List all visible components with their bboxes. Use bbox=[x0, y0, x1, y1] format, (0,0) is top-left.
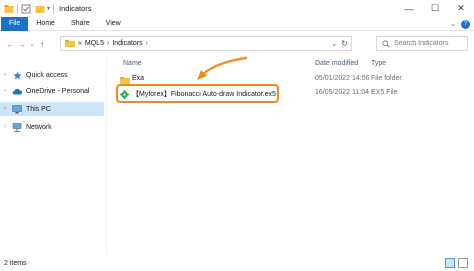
back-button[interactable]: ← bbox=[4, 37, 16, 51]
breadcrumb-overflow[interactable]: « bbox=[78, 40, 82, 47]
sidebar-item-label: OneDrive - Personal bbox=[26, 87, 90, 95]
sidebar-item-this-pc[interactable]: › This PC bbox=[0, 102, 104, 116]
expand-ribbon-icon[interactable]: ⌄ bbox=[450, 20, 456, 28]
properties-icon[interactable] bbox=[21, 4, 31, 14]
chevron-right-icon[interactable]: › bbox=[4, 106, 12, 112]
recent-locations-button[interactable]: ⌄ bbox=[28, 37, 36, 51]
tab-view[interactable]: View bbox=[98, 17, 129, 31]
file-date: 16/05/2022 11:04 bbox=[315, 89, 369, 96]
file-date: 05/01/2022 14:56 bbox=[315, 75, 370, 82]
breadcrumb-indicators[interactable]: Indicators bbox=[112, 40, 142, 47]
sidebar-item-label: This PC bbox=[26, 105, 51, 113]
sidebar-item-quick-access[interactable]: › Quick access bbox=[0, 68, 104, 82]
chevron-right-icon[interactable]: › bbox=[4, 88, 12, 94]
large-icons-view-button[interactable] bbox=[458, 258, 468, 268]
navigation-pane: › Quick access › OneDrive - Personal › T… bbox=[0, 58, 104, 254]
search-box[interactable] bbox=[376, 36, 468, 51]
search-input[interactable] bbox=[390, 37, 467, 50]
computer-icon bbox=[12, 104, 22, 114]
title-separator bbox=[17, 3, 18, 14]
close-button[interactable]: ✕ bbox=[448, 0, 474, 17]
sidebar-item-onedrive[interactable]: › OneDrive - Personal bbox=[0, 84, 104, 98]
address-row: ← → ⌄ ↑ « MQL5 › Indicators › ⌄ ↻ bbox=[0, 33, 474, 55]
status-bar: 2 items bbox=[0, 255, 474, 271]
title-separator bbox=[53, 3, 55, 14]
file-type: EX5 File bbox=[371, 89, 398, 96]
network-icon bbox=[12, 122, 22, 132]
star-icon bbox=[12, 70, 22, 80]
tab-home[interactable]: Home bbox=[28, 17, 63, 31]
address-bar[interactable]: « MQL5 › Indicators › ⌄ ↻ bbox=[60, 36, 352, 51]
breadcrumb-separator[interactable]: › bbox=[146, 40, 148, 47]
title-bar: ▾ Indicators — ☐ ✕ bbox=[0, 0, 474, 17]
new-folder-icon[interactable] bbox=[35, 4, 45, 14]
refresh-icon[interactable]: ↻ bbox=[341, 39, 348, 48]
search-icon bbox=[382, 39, 390, 47]
folder-icon bbox=[65, 40, 75, 47]
maximize-button[interactable]: ☐ bbox=[422, 0, 448, 17]
quick-access-dropdown-icon[interactable]: ▾ bbox=[47, 5, 50, 12]
file-type: File folder bbox=[371, 75, 402, 82]
chevron-right-icon[interactable]: › bbox=[4, 72, 12, 78]
window-title: Indicators bbox=[59, 4, 92, 13]
column-header-date[interactable]: Date modified bbox=[315, 60, 358, 72]
help-icon[interactable]: ? bbox=[461, 19, 470, 29]
sidebar-item-label: Network bbox=[26, 123, 52, 131]
up-button[interactable]: ↑ bbox=[36, 37, 48, 51]
column-header-type[interactable]: Type bbox=[371, 60, 386, 72]
column-header-name[interactable]: Name bbox=[123, 60, 142, 72]
item-count: 2 items bbox=[4, 259, 27, 267]
highlight-box bbox=[116, 84, 279, 103]
breadcrumb-mql5[interactable]: MQL5 bbox=[85, 40, 104, 47]
folder-icon bbox=[4, 4, 14, 13]
breadcrumb-separator[interactable]: › bbox=[107, 40, 109, 47]
minimize-button[interactable]: — bbox=[396, 0, 422, 17]
details-view-button[interactable] bbox=[445, 258, 455, 268]
forward-button[interactable]: → bbox=[16, 37, 28, 51]
tab-file[interactable]: File bbox=[1, 16, 29, 31]
tab-share[interactable]: Share bbox=[63, 17, 98, 31]
file-name: Exa bbox=[132, 75, 145, 82]
pane-splitter[interactable] bbox=[106, 58, 107, 254]
sidebar-item-label: Quick access bbox=[26, 71, 68, 79]
ribbon-tabs: File Home Share View ⌄ ? bbox=[0, 16, 474, 31]
sidebar-item-network[interactable]: › Network bbox=[0, 120, 104, 134]
chevron-right-icon[interactable]: › bbox=[4, 124, 12, 130]
cloud-icon bbox=[12, 86, 22, 96]
address-dropdown-icon[interactable]: ⌄ bbox=[331, 40, 337, 48]
